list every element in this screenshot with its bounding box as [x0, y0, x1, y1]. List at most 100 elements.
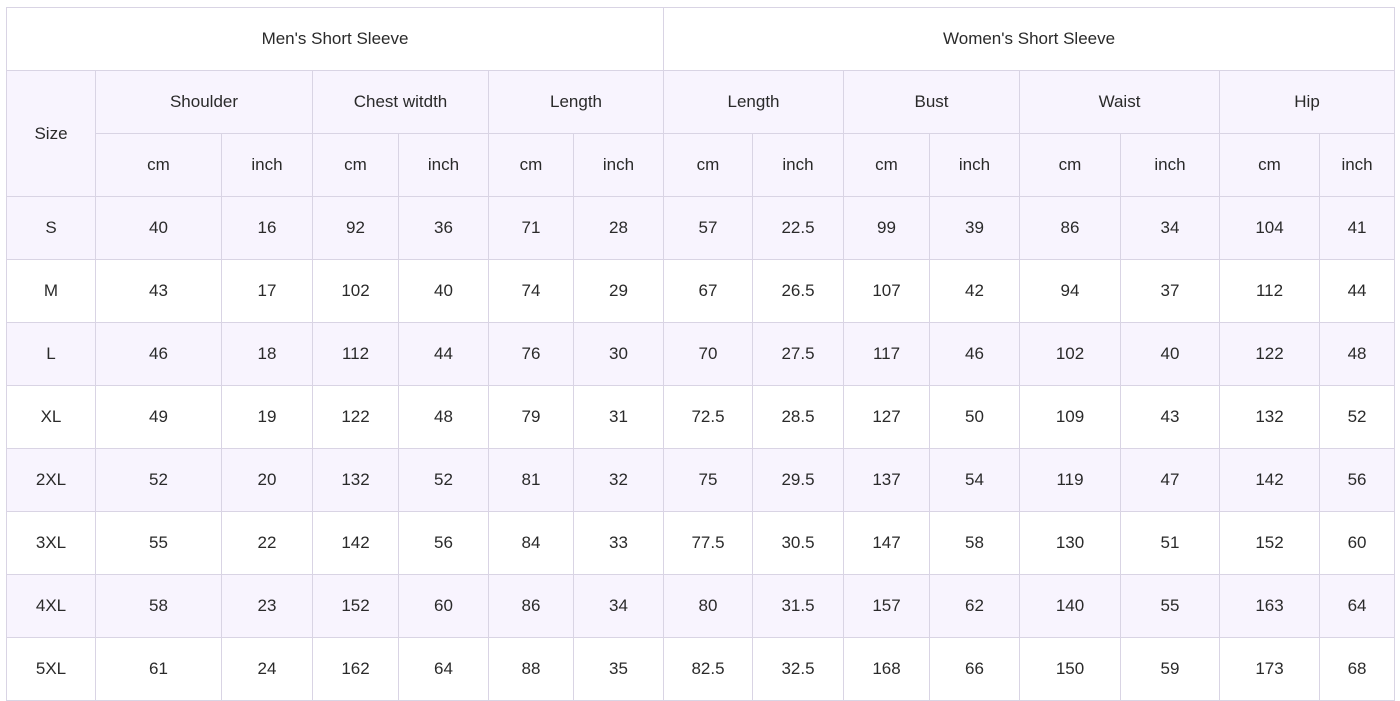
measurement-cell: 55 [1120, 574, 1220, 638]
measure-header-women-length: Length [663, 70, 844, 134]
measurement-cell: 62 [929, 574, 1020, 638]
measurement-cell: 84 [488, 511, 574, 575]
table-row: 5XL 61 24 162 64 88 35 82.5 32.5 168 66 150 59 173 68 [6, 637, 1396, 701]
measurement-cell: 75 [663, 448, 753, 512]
size-cell: XL [6, 385, 96, 449]
measurement-cell: 24 [221, 637, 313, 701]
measurement-cell: 28 [573, 196, 664, 260]
measurement-cell: 36 [398, 196, 489, 260]
measurement-cell: 122 [1219, 322, 1320, 386]
measurement-cell: 66 [929, 637, 1020, 701]
size-cell: 5XL [6, 637, 96, 701]
group-header-row: Men's Short Sleeve Women's Short Sleeve [6, 7, 1396, 71]
unit-header-inch: inch [929, 133, 1020, 197]
unit-header-inch: inch [752, 133, 844, 197]
measurement-cell: 56 [1318, 448, 1396, 512]
measurement-cell: 147 [843, 511, 930, 575]
size-cell: M [6, 259, 96, 323]
measurement-cell: 82.5 [663, 637, 753, 701]
unit-header-cm: cm [1219, 133, 1320, 197]
unit-header-cm: cm [95, 133, 222, 197]
measurement-cell: 46 [95, 322, 222, 386]
measurement-cell: 130 [1019, 511, 1121, 575]
measurement-cell: 46 [929, 322, 1020, 386]
measure-header-bust: Bust [843, 70, 1020, 134]
measurement-cell: 132 [1219, 385, 1320, 449]
measurement-cell: 34 [1120, 196, 1220, 260]
measurement-cell: 57 [663, 196, 753, 260]
measurement-cell: 102 [1019, 322, 1121, 386]
measurement-cell: 92 [312, 196, 399, 260]
measurement-cell: 34 [573, 574, 664, 638]
measurement-cell: 30 [573, 322, 664, 386]
measurement-cell: 70 [663, 322, 753, 386]
measurement-cell: 29 [573, 259, 664, 323]
measurement-cell: 104 [1219, 196, 1320, 260]
measurement-cell: 22 [221, 511, 313, 575]
measurement-cell: 26.5 [752, 259, 844, 323]
measure-header-chest-width: Chest witdth [312, 70, 489, 134]
measurement-cell: 48 [1318, 322, 1396, 386]
table-row: 2XL 52 20 132 52 81 32 75 29.5 137 54 119 47 142 56 [6, 448, 1396, 512]
measurement-cell: 88 [488, 637, 574, 701]
measurement-cell: 59 [1120, 637, 1220, 701]
measurement-cell: 44 [398, 322, 489, 386]
measurement-cell: 40 [95, 196, 222, 260]
measurement-cell: 30.5 [752, 511, 844, 575]
unit-header-inch: inch [573, 133, 664, 197]
measurement-cell: 40 [1120, 322, 1220, 386]
group-header-women: Women's Short Sleeve [662, 7, 1396, 71]
unit-header-row: cm inch cm inch cm inch cm inch cm inch … [7, 133, 1396, 197]
measurement-cell: 119 [1019, 448, 1121, 512]
measurement-cell: 47 [1120, 448, 1220, 512]
size-chart: Men's Short Sleeve Women's Short Sleeve … [6, 7, 1396, 701]
measurement-cell: 64 [398, 637, 489, 701]
measure-header-hip: Hip [1218, 70, 1396, 134]
measurement-cell: 43 [95, 259, 222, 323]
measurement-cell: 150 [1019, 637, 1121, 701]
size-cell: 2XL [6, 448, 96, 512]
table-row: 4XL 58 23 152 60 86 34 80 31.5 157 62 140 55 163 64 [6, 574, 1396, 638]
size-cell: L [6, 322, 96, 386]
measurement-cell: 71 [488, 196, 574, 260]
unit-header-cm: cm [1019, 133, 1121, 197]
measurement-cell: 52 [95, 448, 222, 512]
measurement-cell: 31.5 [752, 574, 844, 638]
measurement-cell: 31 [573, 385, 664, 449]
measurement-cell: 68 [1318, 637, 1396, 701]
size-column-header: Size [6, 70, 96, 197]
size-cell: 4XL [6, 574, 96, 638]
size-cell: S [6, 196, 96, 260]
measurement-cell: 32 [573, 448, 664, 512]
measurement-cell: 16 [221, 196, 313, 260]
measurement-cell: 163 [1219, 574, 1320, 638]
measurement-cell: 140 [1019, 574, 1121, 638]
measurement-cell: 39 [929, 196, 1020, 260]
measurement-cell: 52 [1318, 385, 1396, 449]
measurement-cell: 168 [843, 637, 930, 701]
measurement-cell: 117 [843, 322, 930, 386]
size-cell: 3XL [6, 511, 96, 575]
measurement-cell: 56 [398, 511, 489, 575]
measurement-cell: 61 [95, 637, 222, 701]
measurement-cell: 102 [312, 259, 399, 323]
measurement-cell: 152 [312, 574, 399, 638]
measurement-cell: 77.5 [663, 511, 753, 575]
measurement-cell: 81 [488, 448, 574, 512]
measurement-cell: 60 [1318, 511, 1396, 575]
measurement-cell: 32.5 [752, 637, 844, 701]
measurement-cell: 19 [221, 385, 313, 449]
measurement-cell: 142 [312, 511, 399, 575]
size-table: Men's Short Sleeve Women's Short Sleeve … [6, 7, 1396, 701]
measurement-cell: 22.5 [752, 196, 844, 260]
measurement-cell: 50 [929, 385, 1020, 449]
measurement-cell: 28.5 [752, 385, 844, 449]
measure-header-shoulder: Shoulder [95, 70, 313, 134]
measurement-cell: 42 [929, 259, 1020, 323]
measurement-cell: 152 [1219, 511, 1320, 575]
measurement-cell: 79 [488, 385, 574, 449]
table-body: S 40 16 92 36 71 28 57 22.5 99 39 86 34 104 41 M 43 17 102… [6, 196, 1396, 701]
measurement-cell: 40 [398, 259, 489, 323]
unit-header-inch: inch [221, 133, 313, 197]
measurement-cell: 109 [1019, 385, 1121, 449]
